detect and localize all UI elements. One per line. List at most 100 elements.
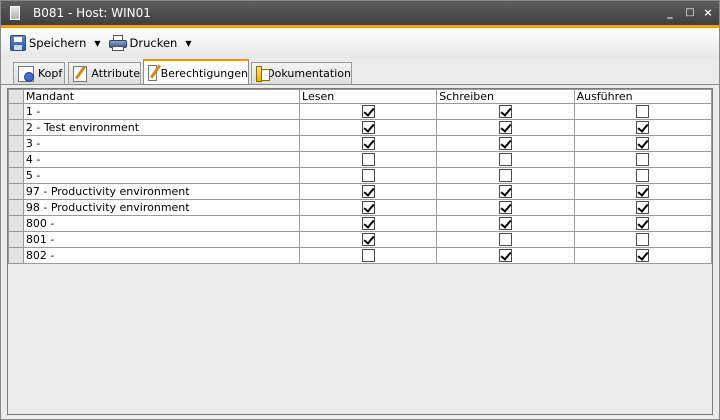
tab-divider — [1, 84, 719, 85]
minimize-button[interactable]: _ — [663, 6, 677, 20]
print-button[interactable]: Drucken ▼ — [108, 35, 192, 51]
lesen-checkbox[interactable] — [361, 121, 375, 135]
mandant-cell: 97 - Productivity environment — [22, 183, 301, 200]
table-row[interactable]: 800 - — [8, 215, 713, 232]
lesen-checkbox[interactable] — [361, 233, 375, 247]
tab-label: Kopf — [38, 67, 63, 80]
row-selector[interactable] — [8, 247, 24, 264]
close-button[interactable]: × — [701, 6, 715, 20]
lesen-checkbox[interactable] — [361, 137, 375, 151]
save-button[interactable]: Speichern ▼ — [10, 35, 101, 51]
schreiben-cell — [436, 151, 575, 168]
mandant-cell: 98 - Productivity environment — [22, 199, 301, 216]
berechtigungen-icon — [148, 65, 157, 81]
save-dropdown-icon[interactable]: ▼ — [94, 39, 100, 48]
ausfuehren-cell — [573, 183, 713, 200]
row-header-corner[interactable] — [8, 89, 24, 104]
schreiben-cell — [436, 135, 575, 152]
lesen-checkbox[interactable] — [361, 169, 375, 183]
lesen-cell — [299, 167, 438, 184]
tab-berechtigungen[interactable]: Berechtigungen — [143, 59, 249, 85]
row-selector[interactable] — [8, 183, 24, 200]
lesen-checkbox[interactable] — [361, 217, 375, 231]
ausfuehren-checkbox[interactable] — [636, 201, 650, 215]
ausfuehren-checkbox[interactable] — [636, 137, 650, 151]
schreiben-cell — [436, 183, 575, 200]
table-row[interactable]: 801 - — [8, 231, 713, 248]
tab-label: Attribute — [91, 67, 140, 80]
lesen-cell — [299, 199, 438, 216]
table-row[interactable]: 3 - — [8, 135, 713, 152]
row-selector[interactable] — [8, 103, 24, 120]
schreiben-checkbox[interactable] — [498, 153, 512, 167]
table-row[interactable]: 4 - — [8, 151, 713, 168]
ausfuehren-checkbox[interactable] — [636, 169, 650, 183]
column-header-mandant[interactable]: Mandant — [22, 89, 301, 104]
schreiben-checkbox[interactable] — [498, 169, 512, 183]
mandant-cell: 4 - — [22, 151, 301, 168]
attribute-icon — [73, 65, 88, 82]
row-selector[interactable] — [8, 151, 24, 168]
schreiben-checkbox[interactable] — [498, 185, 512, 199]
table-row[interactable]: 1 - — [8, 103, 713, 120]
table-row[interactable]: 97 - Productivity environment — [8, 183, 713, 200]
schreiben-cell — [436, 167, 575, 184]
ausfuehren-cell — [573, 119, 713, 136]
tab-dokumentation[interactable]: Dokumentation — [251, 62, 352, 84]
schreiben-checkbox[interactable] — [498, 217, 512, 231]
schreiben-checkbox[interactable] — [498, 249, 512, 263]
ausfuehren-cell — [573, 167, 713, 184]
mandant-cell: 5 - — [22, 167, 301, 184]
schreiben-checkbox[interactable] — [498, 137, 512, 151]
lesen-cell — [299, 151, 438, 168]
mandant-cell: 802 - — [22, 247, 301, 264]
column-header-schreiben[interactable]: Schreiben — [436, 89, 575, 104]
maximize-button[interactable]: □ — [683, 6, 697, 20]
schreiben-cell — [436, 119, 575, 136]
lesen-cell — [299, 103, 438, 120]
table-row[interactable]: 802 - — [8, 247, 713, 264]
ausfuehren-checkbox[interactable] — [636, 249, 650, 263]
print-dropdown-icon[interactable]: ▼ — [185, 39, 191, 48]
column-header-lesen[interactable]: Lesen — [299, 89, 438, 104]
title-bar[interactable]: B081 - Host: WIN01 _ □ × — [1, 1, 719, 25]
lesen-checkbox[interactable] — [361, 201, 375, 215]
tab-label: Dokumentation — [266, 67, 351, 80]
row-selector[interactable] — [8, 231, 24, 248]
row-selector[interactable] — [8, 167, 24, 184]
schreiben-cell — [436, 215, 575, 232]
row-selector[interactable] — [8, 135, 24, 152]
tab-attribute[interactable]: Attribute — [68, 62, 141, 84]
ausfuehren-checkbox[interactable] — [636, 185, 650, 199]
table-row[interactable]: 2 - Test environment — [8, 119, 713, 136]
ausfuehren-checkbox[interactable] — [636, 217, 650, 231]
table-header-row: Mandant Lesen Schreiben Ausführen — [8, 89, 713, 104]
permissions-table: Mandant Lesen Schreiben Ausführen 1 -2 -… — [8, 89, 713, 264]
lesen-checkbox[interactable] — [361, 249, 375, 263]
ausfuehren-checkbox[interactable] — [636, 105, 650, 119]
lesen-checkbox[interactable] — [361, 105, 375, 119]
tab-kopf[interactable]: Kopf — [13, 62, 65, 84]
schreiben-checkbox[interactable] — [498, 105, 512, 119]
ausfuehren-cell — [573, 135, 713, 152]
schreiben-cell — [436, 103, 575, 120]
ausfuehren-checkbox[interactable] — [636, 121, 650, 135]
mandant-cell: 801 - — [22, 231, 301, 248]
row-selector[interactable] — [8, 199, 24, 216]
ausfuehren-checkbox[interactable] — [636, 153, 650, 167]
column-header-ausfuehren[interactable]: Ausführen — [573, 89, 713, 104]
schreiben-checkbox[interactable] — [498, 233, 512, 247]
ausfuehren-checkbox[interactable] — [636, 233, 650, 247]
row-selector[interactable] — [8, 119, 24, 136]
row-selector[interactable] — [8, 215, 24, 232]
toolbar: Speichern ▼ Drucken ▼ — [1, 28, 719, 58]
lesen-checkbox[interactable] — [361, 185, 375, 199]
mandant-cell: 800 - — [22, 215, 301, 232]
lesen-checkbox[interactable] — [361, 153, 375, 167]
table-row[interactable]: 98 - Productivity environment — [8, 199, 713, 216]
schreiben-checkbox[interactable] — [498, 201, 512, 215]
printer-icon — [108, 35, 127, 51]
window-title: B081 - Host: WIN01 — [33, 6, 151, 20]
table-row[interactable]: 5 - — [8, 167, 713, 184]
schreiben-checkbox[interactable] — [498, 121, 512, 135]
